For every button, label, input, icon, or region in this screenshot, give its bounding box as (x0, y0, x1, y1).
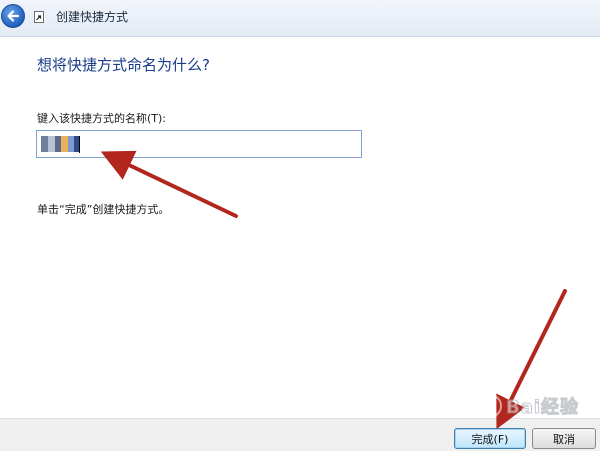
paw-logo-icon (478, 394, 502, 418)
watermark: Bai经验 (478, 392, 579, 420)
annotation-arrows (100, 150, 567, 430)
watermark-text: Bai经验 (505, 397, 580, 419)
annotation-arrow-input (100, 150, 238, 218)
